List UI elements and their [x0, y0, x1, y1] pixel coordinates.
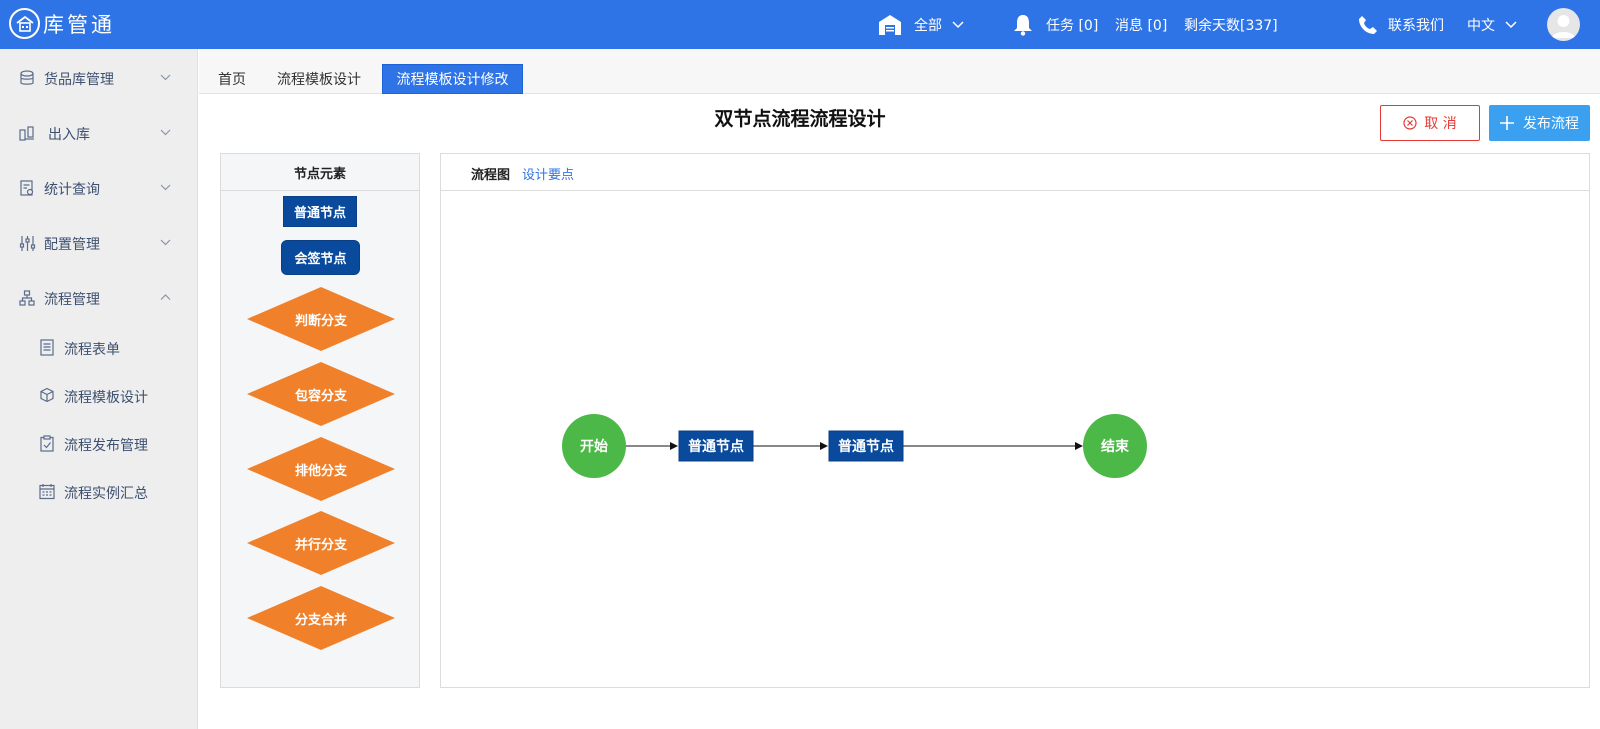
- palette-exclusive-branch[interactable]: 排他分支: [247, 437, 395, 501]
- sidebar-item-statistics[interactable]: 统计查询: [0, 163, 198, 213]
- tab-bar: 首页 流程模板设计 流程模板设计修改: [199, 49, 1600, 94]
- palette-node-label: 包容分支: [294, 388, 347, 404]
- tab-flowchart[interactable]: 流程图: [471, 164, 510, 183]
- flow-canvas: 流程图 设计要点 开始 普通节点 普通节点 结束: [440, 153, 1590, 688]
- calendar-icon: [39, 484, 55, 500]
- palette-inclusive-branch[interactable]: 包容分支: [247, 362, 395, 426]
- transfer-icon: [19, 126, 34, 141]
- stats-icon: [20, 180, 34, 196]
- normal-node-label: 普通节点: [688, 438, 744, 455]
- chevron-down-icon: [160, 184, 171, 191]
- sidebar-subitem-publish-management[interactable]: 流程发布管理: [0, 425, 198, 465]
- task-link[interactable]: 任务 [0]: [1013, 0, 1098, 49]
- sidebar-item-goods-library[interactable]: 货品库管理: [0, 53, 198, 103]
- warehouse-icon: [879, 14, 901, 35]
- sidebar-subitem-process-form[interactable]: 流程表单: [0, 329, 198, 369]
- contact-label: 联系我们: [1388, 17, 1444, 34]
- sidebar-item-label: 配置管理: [44, 237, 100, 253]
- flow-diagram: 开始 普通节点 普通节点 结束: [562, 414, 1147, 478]
- chevron-down-icon: [1505, 20, 1517, 28]
- sidebar-subitem-template-design[interactable]: 流程模板设计: [0, 377, 198, 417]
- tab-template-design[interactable]: 流程模板设计: [267, 64, 371, 94]
- palette-parallel-branch[interactable]: 并行分支: [247, 511, 395, 575]
- language-label: 中文: [1467, 17, 1495, 34]
- tab-design-notes[interactable]: 设计要点: [522, 164, 574, 183]
- cancel-label: 取 消: [1424, 116, 1457, 132]
- sidebar-item-label: 货品库管理: [44, 72, 114, 88]
- task-label: 任务 [0]: [1046, 17, 1099, 34]
- language-selector[interactable]: 中文: [1467, 0, 1517, 49]
- sidebar-subitem-label: 流程发布管理: [64, 438, 148, 454]
- publish-label: 发布流程: [1523, 116, 1579, 132]
- tab-label: 流程模板设计: [277, 72, 361, 88]
- palette-node-label: 判断分支: [294, 313, 347, 329]
- logo[interactable]: 库管通: [9, 8, 115, 39]
- close-circle-icon: [1403, 116, 1417, 130]
- chevron-down-icon: [160, 129, 171, 136]
- chevron-down-icon: [952, 20, 964, 28]
- palette-countersign-node[interactable]: 会签节点: [281, 240, 360, 275]
- publish-button[interactable]: 发布流程: [1489, 105, 1590, 141]
- cube-icon: [40, 387, 54, 403]
- sidebar-subitem-label: 流程表单: [64, 342, 120, 358]
- top-header: 库管通 全部 任务 [0] 消息 [0] 剩余天数[337] 联系我们 中文: [0, 0, 1600, 49]
- warehouse-selector[interactable]: 全部: [878, 0, 964, 49]
- user-avatar[interactable]: [1547, 8, 1580, 41]
- message-link[interactable]: 消息 [0]: [1115, 0, 1167, 49]
- database-icon: [20, 70, 34, 85]
- palette-node-label: 排他分支: [294, 463, 347, 479]
- palette-node-label: 会签节点: [294, 252, 347, 267]
- warehouse-logo-icon: [9, 8, 40, 39]
- sidebar-item-label: 统计查询: [44, 182, 100, 198]
- end-node[interactable]: 结束: [1083, 414, 1147, 478]
- palette-title: 节点元素: [221, 154, 419, 191]
- sidebar-subitem-label: 流程模板设计: [64, 390, 148, 406]
- days-left-info: 剩余天数[337]: [1184, 0, 1278, 49]
- sidebar-item-label: 出入库: [48, 127, 90, 143]
- normal-node-label: 普通节点: [838, 438, 894, 455]
- sliders-icon: [19, 236, 36, 251]
- start-node-label: 开始: [580, 438, 608, 455]
- org-chart-icon: [19, 290, 35, 306]
- chevron-up-icon: [160, 294, 171, 300]
- plus-icon: [1500, 116, 1514, 130]
- sidebar-subitem-label: 流程实例汇总: [64, 486, 148, 502]
- chevron-down-icon: [160, 74, 171, 81]
- palette-node-label: 普通节点: [293, 206, 346, 221]
- clipboard-icon: [40, 435, 54, 452]
- palette-normal-node[interactable]: 普通节点: [283, 196, 357, 227]
- message-label: 消息 [0]: [1115, 17, 1168, 34]
- days-left-label: 剩余天数[337]: [1184, 17, 1278, 34]
- tab-label: 流程模板设计修改: [396, 72, 509, 88]
- end-node-label: 结束: [1101, 438, 1130, 455]
- normal-node-2[interactable]: 普通节点: [828, 430, 904, 462]
- canvas-tabs: 流程图 设计要点: [441, 154, 1589, 191]
- sidebar: 货品库管理 出入库 统计查询 配置管理 流程管理 流程表单 流程模板设计 流程发…: [0, 49, 198, 729]
- palette-node-label: 分支合并: [294, 612, 347, 628]
- sidebar-item-configuration[interactable]: 配置管理: [0, 218, 198, 268]
- sidebar-item-process-management[interactable]: 流程管理: [0, 273, 198, 323]
- sidebar-subitem-instance-summary[interactable]: 流程实例汇总: [0, 473, 198, 513]
- user-icon: [1552, 15, 1575, 38]
- sidebar-item-label: 流程管理: [44, 292, 100, 308]
- cancel-button[interactable]: 取 消: [1380, 105, 1480, 141]
- palette-decision-branch[interactable]: 判断分支: [247, 287, 395, 351]
- logo-text: 库管通: [43, 12, 115, 37]
- chevron-down-icon: [160, 239, 171, 246]
- sidebar-item-stock-in-out[interactable]: 出入库: [0, 108, 198, 158]
- page-title: 双节点流程流程设计: [714, 108, 886, 130]
- contact-link[interactable]: 联系我们: [1358, 0, 1444, 49]
- tab-home[interactable]: 首页: [207, 64, 257, 94]
- start-node[interactable]: 开始: [562, 414, 626, 478]
- node-palette: 节点元素 普通节点 会签节点 判断分支 包容分支 排他分支 并行分支 分支合并: [220, 153, 420, 688]
- palette-node-label: 并行分支: [294, 537, 347, 553]
- bell-icon: [1014, 14, 1032, 36]
- tab-template-design-edit[interactable]: 流程模板设计修改: [382, 64, 523, 94]
- document-icon: [40, 339, 54, 356]
- normal-node-1[interactable]: 普通节点: [678, 430, 754, 462]
- phone-icon: [1359, 15, 1377, 34]
- palette-branch-merge[interactable]: 分支合并: [247, 586, 395, 650]
- warehouse-label: 全部: [914, 17, 942, 34]
- tab-label: 首页: [218, 72, 246, 88]
